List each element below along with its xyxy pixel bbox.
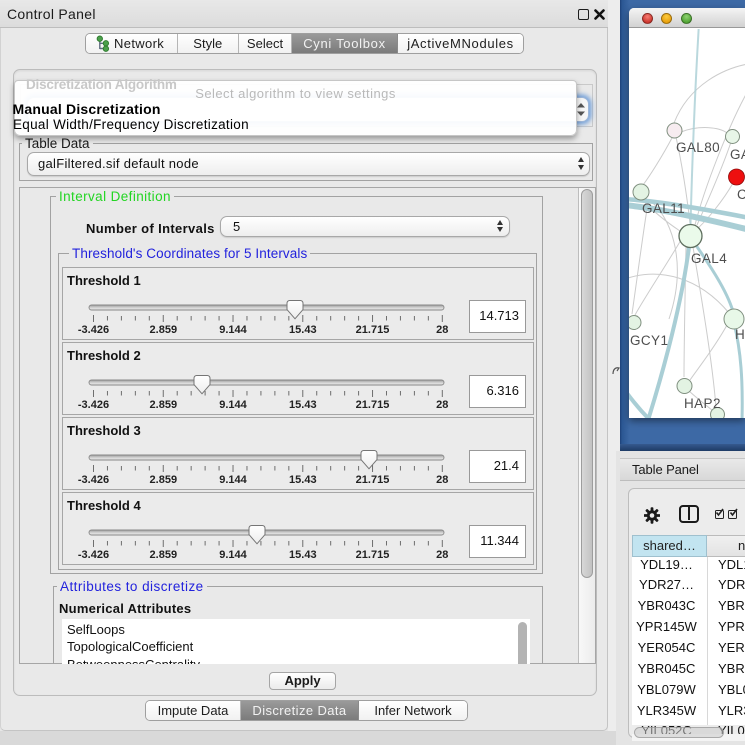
svg-text:21.715: 21.715	[356, 474, 390, 486]
svg-text:21.715: 21.715	[356, 549, 390, 561]
svg-text:9.144: 9.144	[219, 474, 247, 486]
svg-text:15.43: 15.43	[289, 324, 317, 336]
svg-text:28: 28	[436, 474, 448, 486]
svg-text:HAP2: HAP2	[684, 396, 721, 411]
svg-text:2.859: 2.859	[150, 474, 178, 486]
svg-text:2.859: 2.859	[150, 399, 178, 411]
svg-text:GA: GA	[730, 147, 745, 162]
svg-text:GAL11: GAL11	[642, 201, 685, 216]
svg-text:28: 28	[436, 549, 448, 561]
svg-text:-3.426: -3.426	[78, 549, 109, 561]
svg-text:9.144: 9.144	[219, 549, 247, 561]
svg-text:15.43: 15.43	[289, 474, 317, 486]
svg-text:-3.426: -3.426	[78, 399, 109, 411]
svg-text:15.43: 15.43	[289, 399, 317, 411]
svg-text:9.144: 9.144	[219, 399, 247, 411]
svg-text:-3.426: -3.426	[78, 324, 109, 336]
svg-text:GAL80: GAL80	[676, 140, 720, 155]
svg-text:9.144: 9.144	[219, 324, 247, 336]
svg-text:28: 28	[436, 324, 448, 336]
svg-text:2.859: 2.859	[150, 549, 178, 561]
svg-text:H: H	[735, 327, 745, 342]
svg-text:2.859: 2.859	[150, 324, 178, 336]
svg-text:28: 28	[436, 399, 448, 411]
svg-text:21.715: 21.715	[356, 324, 390, 336]
svg-text:15.43: 15.43	[289, 549, 317, 561]
svg-text:-3.426: -3.426	[78, 474, 109, 486]
svg-text:GCY1: GCY1	[630, 333, 668, 348]
svg-text:GAL4: GAL4	[691, 251, 727, 266]
svg-text:21.715: 21.715	[356, 399, 390, 411]
svg-text:C: C	[737, 187, 745, 202]
